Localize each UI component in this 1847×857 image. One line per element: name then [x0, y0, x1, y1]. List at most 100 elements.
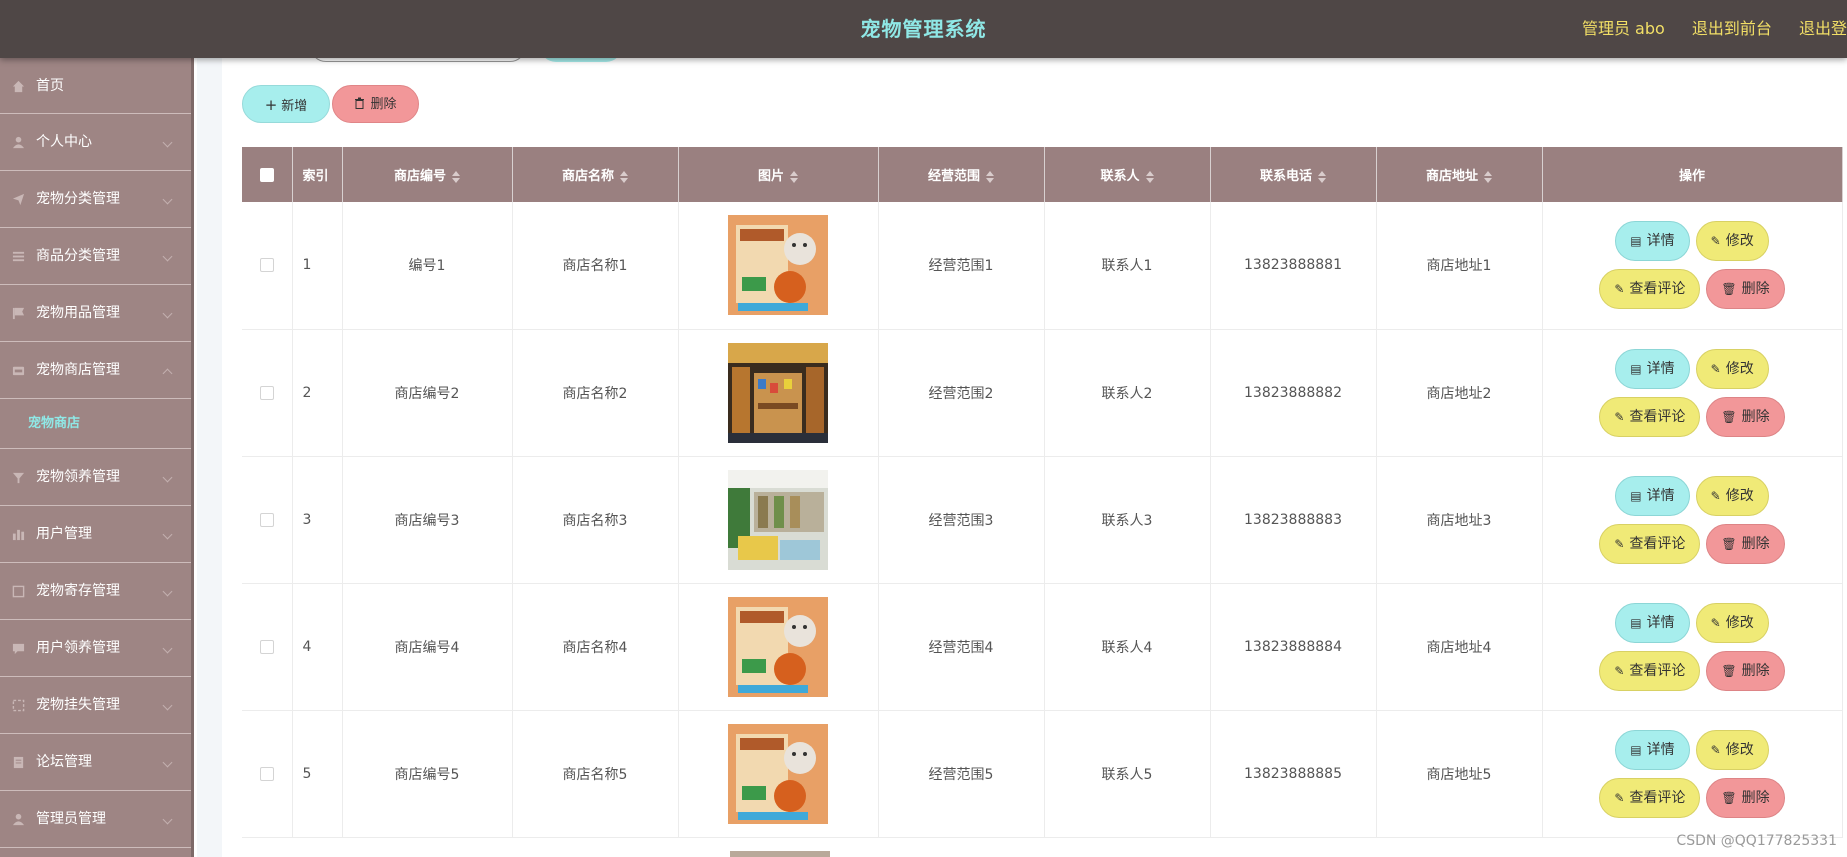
store-image[interactable]	[728, 342, 828, 443]
admin-user-label: 管理员 abo	[1581, 19, 1665, 38]
watermark: CSDN @QQ177825331	[1676, 833, 1837, 849]
sidebar-subitem-pet-store[interactable]: 宠物商店	[0, 399, 191, 449]
select-all-cell[interactable]	[242, 147, 293, 202]
sidebar-item-label: 宠物寄存管理	[36, 583, 120, 599]
document-icon: ▤	[1630, 361, 1642, 376]
header-store-name[interactable]: 商店名称	[512, 147, 679, 202]
sidebar-item-home[interactable]: 首页	[0, 58, 191, 114]
detail-button[interactable]: ▤ 详情	[1615, 475, 1690, 516]
store-image[interactable]	[728, 596, 828, 697]
row-phone: 13823888884	[1210, 583, 1377, 711]
detail-button[interactable]: ▤ 详情	[1615, 221, 1690, 262]
chevron-up-icon	[162, 368, 173, 379]
row-select-cell[interactable]	[242, 456, 293, 584]
table-row: 3 商店编号3 商店名称3 经营范围3 联系人3 13823888883 商店地…	[242, 456, 1843, 584]
sidebar-item-pet-lost[interactable]: 宠物挂失管理	[0, 677, 191, 734]
row-select-cell[interactable]	[242, 710, 293, 838]
sidebar-item-admin[interactable]: 管理员管理	[0, 791, 191, 848]
row-store-code: 编号1	[342, 202, 513, 330]
view-comments-button[interactable]: ✎ 查看评论	[1599, 269, 1701, 310]
row-address: 商店地址4	[1376, 583, 1543, 711]
detail-button[interactable]: ▤ 详情	[1615, 348, 1690, 389]
sidebar-item-pet-supplies[interactable]: 宠物用品管理	[0, 285, 191, 342]
delete-button[interactable]: 🗑 删除	[1706, 396, 1785, 437]
header-store-code[interactable]: 商店编号	[342, 147, 513, 202]
sort-icon[interactable]	[790, 170, 798, 183]
row-index: 2	[292, 329, 343, 457]
document-icon	[13, 756, 24, 769]
exit-to-front-link[interactable]: 退出到前台	[1692, 19, 1772, 38]
delete-label: 删除	[1741, 408, 1770, 425]
sidebar-item-pet-store[interactable]: 宠物商店管理	[0, 342, 191, 399]
view-comments-button[interactable]: ✎ 查看评论	[1599, 777, 1701, 818]
sort-icon[interactable]	[1318, 170, 1326, 183]
delete-button[interactable]: 🗑 删除	[1706, 269, 1785, 310]
header-contact[interactable]: 联系人	[1044, 147, 1211, 202]
edit-button[interactable]: ✎ 修改	[1695, 221, 1769, 262]
chevron-down-icon	[162, 700, 173, 711]
batch-delete-button[interactable]: 删除	[332, 85, 419, 123]
select-all-checkbox[interactable]	[259, 167, 274, 182]
add-button[interactable]: + 新增	[242, 85, 330, 123]
document-icon: ▤	[1630, 742, 1642, 757]
view-comments-button[interactable]: ✎ 查看评论	[1599, 396, 1701, 437]
pencil-icon: ✎	[1614, 282, 1625, 297]
row-actions: ▤ 详情 ✎ 修改 ✎ 查看评论 🗑 删除	[1542, 329, 1843, 457]
row-checkbox[interactable]	[259, 639, 274, 654]
sidebar-item-label: 宠物商店管理	[36, 362, 120, 378]
row-checkbox[interactable]	[259, 385, 274, 400]
sidebar-item-label: 宠物用品管理	[36, 305, 120, 321]
sort-icon[interactable]	[1484, 170, 1492, 183]
header-phone[interactable]: 联系电话	[1210, 147, 1377, 202]
delete-button[interactable]: 🗑 删除	[1706, 650, 1785, 691]
row-select-cell[interactable]	[242, 329, 293, 457]
edit-button[interactable]: ✎ 修改	[1695, 348, 1769, 389]
sidebar-item-forum[interactable]: 论坛管理	[0, 734, 191, 791]
row-checkbox[interactable]	[259, 512, 274, 527]
sort-icon[interactable]	[452, 170, 460, 183]
row-select-cell[interactable]	[242, 202, 293, 330]
sidebar-item-pet-adoption[interactable]: 宠物领养管理	[0, 449, 191, 506]
sort-icon[interactable]	[1145, 170, 1154, 183]
box-icon	[12, 585, 25, 598]
row-contact: 联系人5	[1044, 710, 1211, 838]
sidebar-item-user-adoption[interactable]: 用户领养管理	[0, 620, 191, 677]
row-checkbox[interactable]	[259, 766, 274, 781]
sidebar-item-pet-storage[interactable]: 宠物寄存管理	[0, 563, 191, 620]
view-comments-label: 查看评论	[1629, 789, 1686, 806]
delete-button[interactable]: 🗑 删除	[1706, 777, 1785, 818]
sidebar-item-label: 首页	[36, 78, 64, 94]
sidebar-item-pet-category[interactable]: 宠物分类管理	[0, 171, 191, 228]
row-checkbox[interactable]	[259, 258, 274, 273]
delete-button[interactable]: 🗑 删除	[1706, 523, 1785, 564]
logout-link[interactable]: 退出登	[1799, 19, 1847, 38]
detail-button[interactable]: ▤ 详情	[1615, 602, 1690, 643]
row-select-cell[interactable]	[242, 583, 293, 711]
row-phone: 13823888883	[1210, 456, 1377, 584]
view-comments-button[interactable]: ✎ 查看评论	[1599, 650, 1701, 691]
header-label: 商店名称	[561, 169, 614, 184]
store-image[interactable]	[728, 469, 828, 570]
header-address[interactable]: 商店地址	[1376, 147, 1543, 202]
header-image[interactable]: 图片	[678, 147, 879, 202]
edit-button[interactable]: ✎ 修改	[1695, 729, 1769, 770]
store-image[interactable]	[728, 215, 828, 316]
edit-button[interactable]: ✎ 修改	[1695, 602, 1769, 643]
header-scope[interactable]: 经营范围	[878, 147, 1045, 202]
list-icon	[12, 251, 25, 262]
row-store-name: 商店名称2	[512, 329, 679, 457]
document-icon: ▤	[1630, 488, 1642, 503]
sort-icon[interactable]	[986, 170, 994, 183]
sort-icon[interactable]	[620, 170, 628, 183]
row-image-cell	[678, 583, 879, 711]
sidebar-item-personal-center[interactable]: 个人中心	[0, 114, 191, 171]
store-image[interactable]	[728, 723, 828, 824]
view-comments-button[interactable]: ✎ 查看评论	[1599, 523, 1701, 564]
sidebar-item-goods-category[interactable]: 商品分类管理	[0, 228, 191, 285]
edit-button[interactable]: ✎ 修改	[1695, 475, 1769, 516]
row-phone: 13823888881	[1210, 202, 1377, 330]
sidebar-item-user-manage[interactable]: 用户管理	[0, 506, 191, 563]
header-actions: 操作	[1542, 147, 1843, 202]
detail-button[interactable]: ▤ 详情	[1615, 729, 1690, 770]
row-actions: ▤ 详情 ✎ 修改 ✎ 查看评论 🗑 删除	[1542, 202, 1843, 330]
